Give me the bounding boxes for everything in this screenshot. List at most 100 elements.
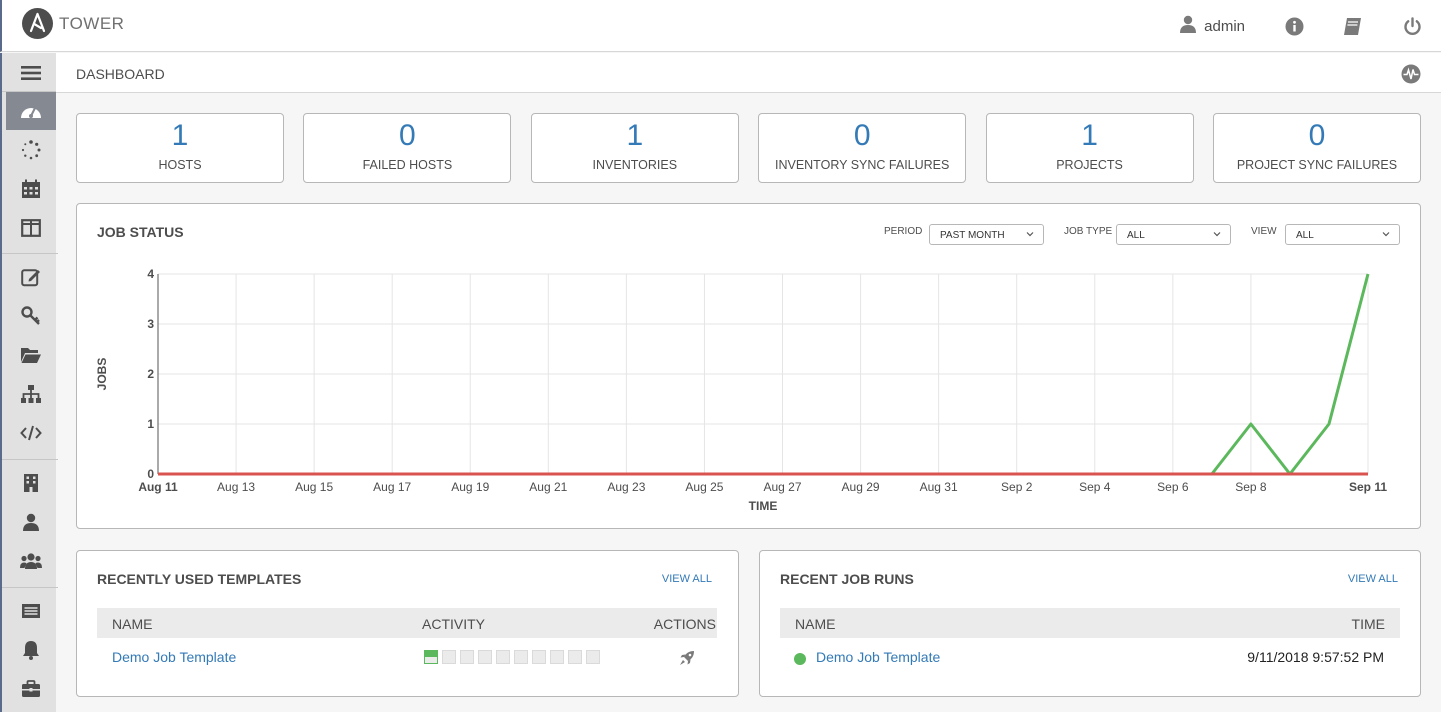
view-select[interactable]: ALL xyxy=(1285,224,1400,245)
count-card-failed-hosts[interactable]: 0 FAILED HOSTS xyxy=(303,113,512,183)
job-status-empty-cell xyxy=(514,650,528,664)
jobs-icon[interactable] xyxy=(6,131,56,169)
count-card-projects[interactable]: 1 PROJECTS xyxy=(985,113,1194,183)
chart-x-axis-label: TIME xyxy=(749,499,778,513)
count-label: INVENTORIES xyxy=(592,158,678,172)
job-status-panel: 0 1 2 3 4 Aug 11 Aug 13 Aug 15 Aug 17 Aug 19 Aug 2… xyxy=(76,203,1421,529)
chart-y-tick-label: 3 xyxy=(147,317,154,331)
chevron-down-icon xyxy=(1382,232,1390,237)
schedules-icon[interactable] xyxy=(6,170,56,208)
top-navbar: TOWER admin xyxy=(0,0,1441,52)
info-icon[interactable] xyxy=(1283,15,1305,37)
job-status-empty-cell xyxy=(550,650,564,664)
sidebar xyxy=(0,53,58,712)
users-icon[interactable] xyxy=(6,503,56,541)
view-label: VIEW xyxy=(1251,226,1277,237)
inventory-scripts-icon[interactable] xyxy=(6,414,56,452)
count-value: 0 xyxy=(399,119,416,152)
teams-icon[interactable] xyxy=(6,542,56,580)
count-value: 1 xyxy=(1081,119,1098,152)
job-status-empty-cell xyxy=(496,650,510,664)
count-card-inventories[interactable]: 1 INVENTORIES xyxy=(530,113,739,183)
user-menu[interactable]: admin xyxy=(1180,15,1245,38)
job-type-select[interactable]: ALL xyxy=(1116,224,1231,245)
documentation-book-icon[interactable] xyxy=(1342,15,1364,37)
notifications-icon[interactable] xyxy=(6,631,56,669)
job-runs-view-all-link[interactable]: VIEW ALL xyxy=(1348,573,1398,585)
logout-power-icon[interactable] xyxy=(1401,15,1423,37)
app-title: TOWER xyxy=(59,13,125,33)
chart-x-tick-label: Aug 13 xyxy=(217,480,255,494)
column-header-name: NAME xyxy=(112,616,153,632)
dashboard-icon[interactable] xyxy=(6,92,56,130)
count-value: 0 xyxy=(1308,119,1326,152)
templates-icon[interactable] xyxy=(6,258,56,296)
count-value: 1 xyxy=(171,119,189,152)
job-status-empty-cell xyxy=(442,650,456,664)
chart-x-tick-label: Sep 6 xyxy=(1157,480,1189,494)
chart-y-axis-label: JOBS xyxy=(95,358,109,391)
chart-x-tick-label: Sep 8 xyxy=(1235,480,1267,494)
column-header-activity: ACTIVITY xyxy=(422,616,486,632)
chart-x-tick-label: Aug 29 xyxy=(842,480,880,494)
recent-job-runs-panel: RECENT JOB RUNS VIEW ALL NAME TIME Demo … xyxy=(759,550,1421,697)
count-card-inventory-sync-failures[interactable]: 0 INVENTORY SYNC FAILURES xyxy=(758,113,967,183)
count-card-project-sync-failures[interactable]: 0 PROJECT SYNC FAILURES xyxy=(1212,113,1421,183)
username: admin xyxy=(1204,17,1245,35)
count-label: INVENTORY SYNC FAILURES xyxy=(774,158,950,172)
job-run-name-link[interactable]: Demo Job Template xyxy=(816,649,940,665)
chart-x-tick-label: Aug 19 xyxy=(451,480,489,494)
breadcrumb: DASHBOARD xyxy=(76,66,165,82)
breadcrumb-bar: DASHBOARD xyxy=(56,53,1441,93)
templates-view-all-link[interactable]: VIEW ALL xyxy=(662,573,712,585)
recent-job-runs-title: RECENT JOB RUNS xyxy=(780,571,914,587)
brand[interactable]: TOWER xyxy=(22,8,124,39)
projects-icon[interactable] xyxy=(6,336,56,374)
job-status-empty-cell xyxy=(460,650,474,664)
chart-x-tick-label: Aug 15 xyxy=(295,480,333,494)
chart-x-tick-label: Aug 25 xyxy=(685,480,723,494)
management-jobs-icon[interactable] xyxy=(6,670,56,708)
chart-x-tick-label: Aug 23 xyxy=(607,480,645,494)
organizations-icon[interactable] xyxy=(6,464,56,502)
chart-x-tick-label: Aug 27 xyxy=(763,480,801,494)
job-status-success-cell[interactable] xyxy=(424,650,438,664)
templates-table-header: NAME ACTIVITY ACTIONS xyxy=(97,608,717,638)
count-label: PROJECTS xyxy=(1056,158,1123,172)
chart-y-tick-label: 1 xyxy=(147,417,154,431)
inventories-icon[interactable] xyxy=(6,375,56,413)
count-value: 0 xyxy=(853,119,871,152)
activity-stream-icon[interactable] xyxy=(1401,64,1421,84)
job-type-label: JOB TYPE xyxy=(1064,226,1113,237)
chart-x-tick-label: Aug 21 xyxy=(529,480,567,494)
count-label: PROJECT SYNC FAILURES xyxy=(1236,158,1398,172)
chevron-down-icon xyxy=(1213,232,1221,237)
period-value: PAST MONTH xyxy=(940,230,1005,241)
credential-types-icon[interactable] xyxy=(6,592,56,630)
job-status-title: JOB STATUS xyxy=(97,224,184,240)
job-status-empty-cell xyxy=(586,650,600,664)
chart-x-tick-label: Sep 4 xyxy=(1079,480,1111,494)
count-label: FAILED HOSTS xyxy=(362,158,453,172)
chart-y-tick-label: 0 xyxy=(147,467,154,481)
job-run-time: 9/11/2018 9:57:52 PM xyxy=(1247,649,1384,665)
job-status-success-dot xyxy=(794,653,806,665)
period-label: PERIOD xyxy=(884,226,923,237)
column-header-name: NAME xyxy=(795,616,836,632)
chart-x-tick-label: Sep 11 xyxy=(1349,480,1387,494)
chart-x-tick-label: Aug 11 xyxy=(138,480,178,494)
job-status-empty-cell xyxy=(478,650,492,664)
job-runs-table-header: NAME TIME xyxy=(780,608,1400,638)
menu-icon[interactable] xyxy=(6,54,56,92)
view-value: ALL xyxy=(1296,230,1314,241)
job-status-chart: 0 1 2 3 4 Aug 11 Aug 13 Aug 15 Aug 17 Aug 19 Aug 2… xyxy=(95,267,1387,513)
credentials-icon[interactable] xyxy=(6,297,56,335)
portal-mode-icon[interactable] xyxy=(6,209,56,247)
count-card-hosts[interactable]: 1 HOSTS xyxy=(76,113,284,183)
template-name-link[interactable]: Demo Job Template xyxy=(112,649,236,665)
job-type-value: ALL xyxy=(1127,230,1145,241)
launch-rocket-icon[interactable] xyxy=(679,650,695,671)
job-status-empty-cell xyxy=(532,650,546,664)
period-select[interactable]: PAST MONTH xyxy=(929,224,1044,245)
count-cards: 1 HOSTS 0 FAILED HOSTS 1 INVENTORIES 0 I… xyxy=(76,113,1421,183)
